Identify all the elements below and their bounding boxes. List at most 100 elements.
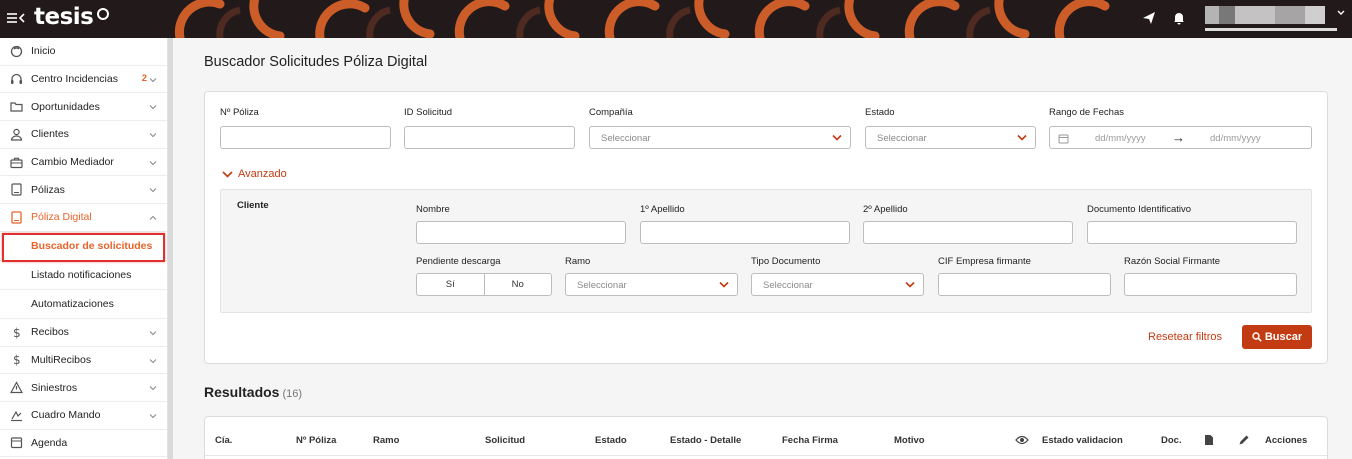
apellido1-input[interactable] xyxy=(640,221,850,244)
sidebar-item-centro-incidencias[interactable]: Centro Incidencias 2 xyxy=(0,66,167,94)
column-header-poliza[interactable]: Nº Póliza xyxy=(296,435,336,446)
ramo-select[interactable]: Seleccionar xyxy=(565,273,738,296)
search-icon xyxy=(1252,332,1262,342)
id-solicitud-label: ID Solicitud xyxy=(404,107,453,118)
menu-toggle-icon[interactable] xyxy=(6,10,26,28)
razon-social-label: Razón Social Firmante xyxy=(1124,256,1221,267)
user-icon xyxy=(10,128,23,141)
sidebar-item-inicio[interactable]: Inicio xyxy=(0,38,167,66)
column-header-ramo[interactable]: Ramo xyxy=(373,435,399,446)
chevron-down-icon xyxy=(149,133,157,138)
sidebar-item-label: Agenda xyxy=(31,436,68,449)
sidebar-item-label: Inicio xyxy=(31,45,56,58)
nombre-input[interactable] xyxy=(416,221,626,244)
documento-label: Documento Identificativo xyxy=(1087,204,1192,215)
apellido2-label: 2º Apellido xyxy=(863,204,908,215)
sidebar-item-cuadro-mando[interactable]: Cuadro Mando xyxy=(0,402,167,430)
column-header-estado-detalle[interactable]: Estado - Detalle xyxy=(670,435,741,446)
razon-social-input[interactable] xyxy=(1124,273,1297,296)
column-header-acciones[interactable]: Acciones xyxy=(1265,435,1307,446)
id-solicitud-input[interactable] xyxy=(404,126,575,149)
dollar-icon: $ xyxy=(13,353,21,366)
chevron-down-icon xyxy=(149,77,157,82)
tipo-documento-select[interactable]: Seleccionar xyxy=(751,273,924,296)
pendiente-no-option[interactable]: No xyxy=(483,273,552,296)
sidebar-subitem-label: Automatizaciones xyxy=(31,297,114,310)
column-header-motivo[interactable]: Motivo xyxy=(894,435,925,446)
sidebar-item-polizas[interactable]: Pólizas xyxy=(0,176,167,205)
search-button[interactable]: Buscar xyxy=(1242,325,1312,349)
briefcase-icon xyxy=(10,157,23,168)
svg-text:$: $ xyxy=(13,326,21,339)
apellido2-input[interactable] xyxy=(863,221,1073,244)
date-range-input[interactable]: dd/mm/yyyy → dd/mm/yyyy xyxy=(1049,126,1312,149)
chevron-down-icon xyxy=(1017,134,1027,141)
pendiente-si-option[interactable]: Sí xyxy=(416,273,484,296)
sidebar-item-label: Clientes xyxy=(31,128,69,141)
search-button-label: Buscar xyxy=(1264,331,1303,343)
compania-placeholder: Seleccionar xyxy=(601,133,651,144)
notification-badge: 2 xyxy=(141,72,147,84)
rango-fechas-label: Rango de Fechas xyxy=(1049,107,1124,118)
chevron-down-icon xyxy=(149,160,157,165)
tablet-icon xyxy=(11,211,22,224)
chevron-down-icon xyxy=(905,281,915,288)
chevron-down-icon xyxy=(149,386,157,391)
chevron-down-icon xyxy=(149,105,157,110)
advanced-toggle[interactable]: Avanzado xyxy=(222,168,287,180)
pencil-icon xyxy=(1239,435,1249,445)
sidebar-item-agenda[interactable]: Agenda xyxy=(0,430,167,458)
sidebar-item-poliza-digital[interactable]: Póliza Digital xyxy=(0,204,167,232)
column-header-estado-validacion[interactable]: Estado validacion xyxy=(1042,435,1123,446)
compania-select[interactable]: Seleccionar xyxy=(589,126,851,149)
column-header-solicitud[interactable]: Solicitud xyxy=(485,435,525,446)
chevron-down-icon xyxy=(149,358,157,363)
chevron-down-icon xyxy=(149,188,157,193)
sidebar-item-label: Cuadro Mando xyxy=(31,409,101,422)
cif-empresa-input[interactable] xyxy=(938,273,1111,296)
column-header-cia[interactable]: Cía. xyxy=(215,435,232,446)
results-heading: Resultados (16) xyxy=(204,384,302,400)
bell-icon[interactable] xyxy=(1172,11,1186,25)
pendiente-descarga-label: Pendiente descarga xyxy=(416,256,501,267)
sidebar-item-clientes[interactable]: Clientes xyxy=(0,121,167,149)
chevron-down-icon xyxy=(719,281,729,288)
brand-logo[interactable]: tesis xyxy=(34,4,94,30)
sidebar-subitem-automatizaciones[interactable]: Automatizaciones xyxy=(0,290,167,319)
sidebar-item-siniestros[interactable]: Siniestros xyxy=(0,374,167,402)
svg-text:$: $ xyxy=(13,353,21,366)
column-header-estado[interactable]: Estado xyxy=(595,435,627,446)
results-count: (16) xyxy=(282,388,303,400)
sidebar-item-cambio-mediador[interactable]: Cambio Mediador xyxy=(0,149,167,177)
date-range-arrow: → xyxy=(1172,130,1185,145)
advanced-filters-panel: Cliente Nombre 1º Apellido 2º Apellido D… xyxy=(220,189,1312,313)
sidebar-subitem-label: Listado notificaciones xyxy=(31,268,132,281)
sidebar-item-oportunidades[interactable]: Oportunidades xyxy=(0,93,167,122)
chevron-down-icon[interactable] xyxy=(1336,8,1346,18)
sidebar-item-label: Póliza Digital xyxy=(31,211,92,224)
table-header-divider xyxy=(205,455,1327,456)
sidebar-item-label: Pólizas xyxy=(31,183,65,196)
sidebar-item-multirecibos[interactable]: $ MultiRecibos xyxy=(0,347,167,375)
chevron-down-icon xyxy=(149,414,157,419)
poliza-label: Nº Póliza xyxy=(220,107,259,118)
documento-input[interactable] xyxy=(1087,221,1297,244)
poliza-input[interactable] xyxy=(220,126,391,149)
ramo-placeholder: Seleccionar xyxy=(577,280,627,291)
gauge-icon xyxy=(11,410,22,421)
column-header-doc[interactable]: Doc. xyxy=(1161,435,1182,446)
logo-ring-mark xyxy=(97,8,109,20)
header-decorative-pattern xyxy=(174,0,1110,38)
user-avatar xyxy=(1205,6,1325,24)
cif-empresa-label: CIF Empresa firmante xyxy=(938,256,1031,267)
sidebar-subitem-buscador-solicitudes[interactable]: Buscador de solicitudes xyxy=(0,231,167,261)
estado-select[interactable]: Seleccionar xyxy=(865,126,1036,149)
eye-icon[interactable] xyxy=(1015,434,1029,446)
sidebar-subitem-listado-notificaciones[interactable]: Listado notificaciones xyxy=(0,261,167,290)
send-icon[interactable] xyxy=(1142,11,1156,25)
user-menu[interactable] xyxy=(1205,6,1337,32)
sidebar-item-label: Siniestros xyxy=(31,381,78,394)
sidebar-item-recibos[interactable]: $ Recibos xyxy=(0,319,167,347)
reset-filters-button[interactable]: Resetear filtros xyxy=(1148,331,1222,343)
column-header-fecha-firma[interactable]: Fecha Firma xyxy=(782,435,838,446)
